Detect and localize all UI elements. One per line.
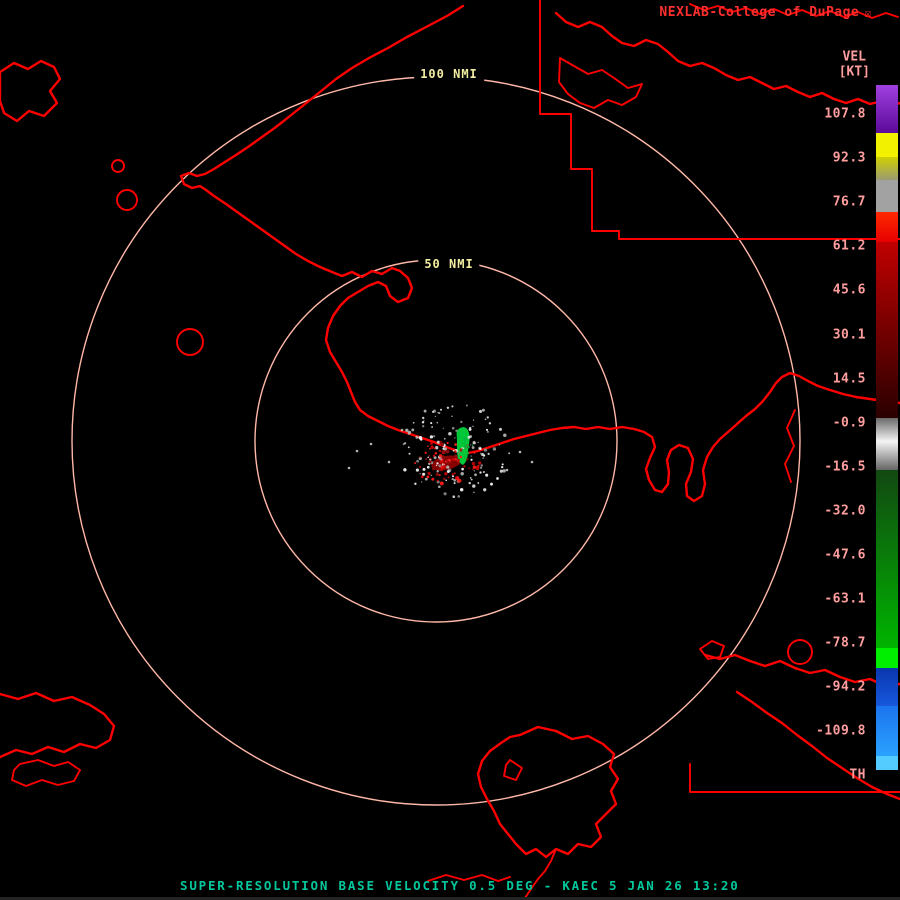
island-outline [0, 59, 62, 123]
scale-tick: 76.7 [832, 194, 866, 210]
radar-canvas [0, 0, 900, 899]
scale-unit-label: VEL [842, 49, 866, 65]
range-rings [71, 76, 801, 806]
colorbar-segment [876, 470, 898, 648]
velocity-colorbar [876, 0, 898, 900]
colorbar-segment [876, 242, 898, 418]
scale-tick: 92.3 [832, 150, 866, 166]
scale-tick: -47.6 [824, 547, 866, 563]
coastline-path [558, 57, 643, 109]
colorbar-segment [876, 668, 898, 706]
product-caption: SUPER-RESOLUTION BASE VELOCITY 0.5 DEG -… [180, 878, 740, 893]
scale-tick: -32.0 [824, 503, 866, 519]
radar-display: 100 NMI 50 NMI NEXLAB-College of DuPage … [0, 0, 900, 900]
colorbar-segment [876, 180, 898, 212]
island-outline [11, 759, 81, 787]
colorbar-segment [876, 133, 898, 157]
range-ring-label-50: 50 NMI [418, 257, 480, 271]
range-ring-100nmi [71, 76, 801, 806]
colorbar-segment [876, 706, 898, 756]
island-outline [503, 759, 523, 781]
colorbar-segment [876, 418, 898, 470]
lake-complex-outline [476, 725, 620, 859]
lake-outline [176, 328, 204, 356]
colorbar-segment [876, 756, 898, 770]
map-outlines [0, 0, 900, 899]
scale-tick: 30.1 [832, 327, 866, 342]
site-attribution: NEXLAB-College of DuPage ☒ [659, 5, 872, 20]
lake-outline [111, 159, 125, 173]
scale-tick: -94.2 [824, 679, 866, 695]
scale-tick: -0.9 [832, 415, 866, 431]
colorbar-segment [876, 85, 898, 133]
scale-tick: 107.8 [824, 106, 866, 122]
coastline-path [0, 691, 116, 759]
scale-tick: -109.8 [816, 723, 866, 739]
coastline-path [703, 653, 900, 688]
scale-tick: -16.5 [824, 459, 866, 475]
scale-tick: -63.1 [824, 591, 866, 607]
colorbar-segment [876, 212, 898, 242]
scale-tick: 45.6 [832, 282, 866, 298]
boundary-path [689, 763, 900, 793]
range-ring-50nmi [254, 259, 618, 623]
colorbar-segment [876, 157, 898, 180]
lake-outline [787, 639, 813, 665]
scale-tick: 61.2 [832, 238, 866, 254]
scale-tick: 14.5 [832, 371, 866, 387]
river-path [784, 409, 796, 483]
cod-logo-icon: ☒ [864, 5, 872, 20]
range-ring-label-100: 100 NMI [414, 67, 484, 81]
lake-outline [116, 189, 138, 211]
scale-tick: -78.7 [824, 635, 866, 651]
scale-unit-sub-label: [KT] [838, 64, 870, 80]
scale-threshold-label: TH [849, 767, 866, 783]
colorbar-segment [876, 648, 898, 668]
attribution-text: NEXLAB-College of DuPage [659, 5, 860, 20]
